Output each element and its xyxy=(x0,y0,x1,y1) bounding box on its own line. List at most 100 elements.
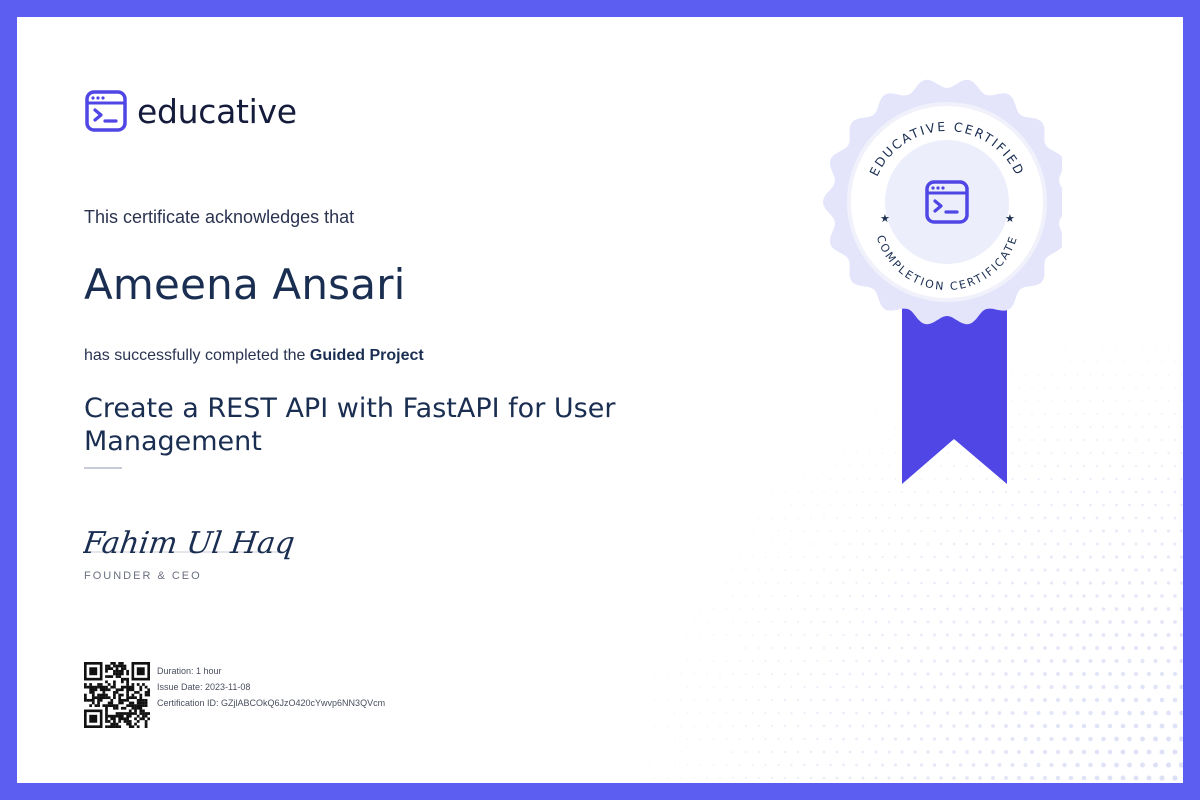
qr-module xyxy=(107,664,111,668)
pattern-dot xyxy=(985,529,988,533)
pattern-dot xyxy=(783,750,787,754)
pattern-dot xyxy=(1062,555,1067,559)
pattern-dot xyxy=(1095,490,1099,494)
pattern-dot xyxy=(751,712,754,714)
pattern-dot xyxy=(719,569,721,571)
pattern-dot xyxy=(725,764,728,766)
pattern-dot xyxy=(907,581,910,585)
pattern-dot xyxy=(907,555,910,559)
pattern-dot xyxy=(1115,451,1118,455)
pattern-dot xyxy=(861,646,865,650)
pattern-dot xyxy=(777,660,780,662)
pattern-dot xyxy=(926,698,930,702)
qr-module xyxy=(115,675,119,678)
pattern-dot xyxy=(952,776,956,780)
pattern-dot xyxy=(1076,348,1079,350)
pattern-dot xyxy=(906,737,911,741)
pattern-dot xyxy=(1063,503,1066,507)
pattern-dot xyxy=(1107,749,1113,755)
pattern-dot xyxy=(971,607,976,611)
pattern-dot xyxy=(1029,749,1035,755)
pattern-dot xyxy=(861,620,865,624)
pattern-dot xyxy=(712,660,715,662)
pattern-dot xyxy=(719,647,721,649)
pattern-dot xyxy=(706,621,708,623)
pattern-dot xyxy=(1101,581,1106,585)
pattern-dot xyxy=(796,750,800,754)
pattern-dot xyxy=(1159,671,1165,677)
pattern-dot xyxy=(758,569,760,571)
pattern-dot xyxy=(1043,516,1047,520)
pattern-dot xyxy=(1017,542,1021,546)
pattern-dot xyxy=(906,711,911,715)
certification-id: Certification ID: GZjlABCOkQ6JzO420cYwvp… xyxy=(157,698,386,708)
pattern-dot xyxy=(1128,451,1131,455)
qr-module xyxy=(113,704,116,707)
pattern-dot xyxy=(1062,607,1067,611)
pattern-dot xyxy=(932,659,937,663)
pattern-dot xyxy=(1108,516,1112,520)
pattern-dot xyxy=(797,543,799,545)
pattern-dot xyxy=(835,776,839,780)
pattern-dot xyxy=(894,685,897,689)
qr-module xyxy=(113,725,116,728)
pattern-dot xyxy=(900,594,904,598)
pattern-dot xyxy=(1174,387,1176,389)
pattern-dot xyxy=(926,594,930,598)
pattern-dot xyxy=(758,699,760,701)
pattern-dot xyxy=(809,750,813,754)
qr-module xyxy=(91,685,95,689)
pattern-dot xyxy=(881,659,884,663)
pattern-dot xyxy=(1161,413,1163,415)
pattern-dot xyxy=(803,659,806,663)
pattern-dot xyxy=(984,763,989,767)
qr-module xyxy=(120,669,124,673)
pattern-dot xyxy=(1173,542,1177,546)
pattern-dot xyxy=(1043,672,1047,676)
pattern-dot xyxy=(816,504,819,506)
qr-module xyxy=(97,701,100,705)
pattern-dot xyxy=(1081,697,1087,703)
pattern-dot xyxy=(770,776,774,780)
pattern-dot xyxy=(868,555,871,559)
pattern-dot xyxy=(952,516,956,520)
pattern-dot xyxy=(874,646,878,650)
pattern-dot xyxy=(835,750,839,754)
pattern-dot xyxy=(1102,374,1105,376)
pattern-dot xyxy=(1011,529,1014,533)
pattern-dot xyxy=(1043,542,1047,546)
pattern-dot xyxy=(945,711,950,715)
pattern-dot xyxy=(887,594,891,598)
pattern-dot xyxy=(1088,659,1093,663)
pattern-dot xyxy=(1179,581,1183,585)
pattern-dot xyxy=(673,764,676,766)
pattern-dot xyxy=(1042,723,1048,729)
pattern-dot xyxy=(881,763,884,767)
qr-module xyxy=(97,698,100,702)
qr-module xyxy=(142,712,145,715)
pattern-dot xyxy=(965,620,969,624)
qr-module xyxy=(136,720,140,723)
qr-module xyxy=(113,706,116,710)
pattern-dot xyxy=(797,569,799,571)
pattern-dot xyxy=(745,595,747,597)
pattern-dot xyxy=(920,555,923,559)
pattern-dot xyxy=(757,724,761,728)
pattern-dot xyxy=(1023,762,1028,768)
qr-module xyxy=(84,693,87,697)
qr-module xyxy=(99,693,103,697)
qr-module xyxy=(99,685,103,689)
qr-module xyxy=(126,722,129,726)
pattern-dot xyxy=(1023,659,1028,663)
pattern-dot xyxy=(751,530,754,532)
pattern-dot xyxy=(1146,697,1152,703)
pattern-dot xyxy=(868,685,871,689)
pattern-dot xyxy=(777,711,780,715)
pattern-dot xyxy=(1159,697,1165,703)
qr-module xyxy=(105,680,108,684)
pattern-dot xyxy=(732,647,734,649)
pattern-dot xyxy=(920,659,923,663)
pattern-dot xyxy=(958,737,963,741)
pattern-dot xyxy=(809,672,813,676)
pattern-dot xyxy=(1107,723,1113,729)
